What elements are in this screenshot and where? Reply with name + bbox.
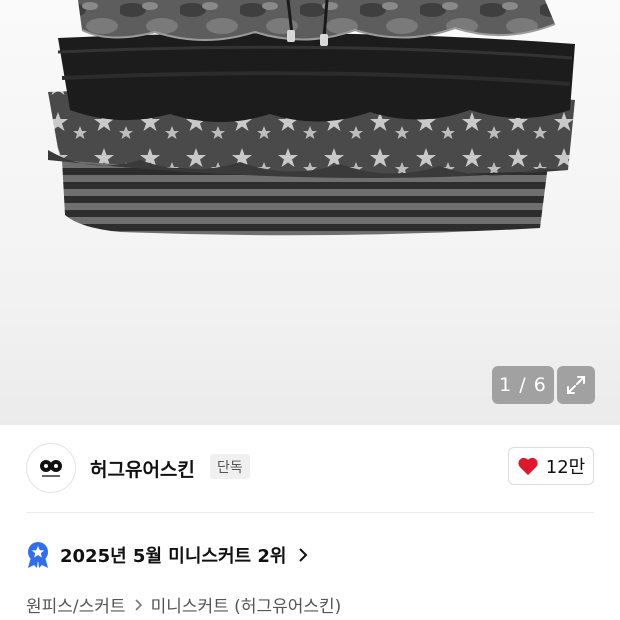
chevron-right-icon [299,548,308,562]
product-image-gallery[interactable]: 1 / 6 [0,0,620,425]
divider [26,512,594,513]
brand-logo[interactable] [26,443,76,493]
expand-button[interactable] [557,366,595,404]
brand-name[interactable]: 허그유어스킨 [90,455,195,482]
product-photo-skirt [48,0,575,236]
ranking-badge-icon [28,542,48,568]
like-count: 12만 [545,457,586,478]
expand-icon [567,376,585,394]
ranking-text: 2025년 5월 미니스커트 2위 [60,546,287,567]
image-counter: 1 / 6 [492,366,554,404]
brand-row: 허그유어스킨 단독 12만 [0,425,620,513]
breadcrumb: 원피스/스커트 미니스커트 (허그유어스킨) [26,592,341,617]
ranking-link[interactable]: 2025년 5월 미니스커트 2위 [26,540,308,570]
chevron-right-icon [135,598,142,611]
like-button[interactable]: 12만 [508,447,594,485]
breadcrumb-item-subcategory[interactable]: 미니스커트 (허그유어스킨) [151,592,342,617]
heart-icon [518,457,538,476]
brand-logo-mark [40,460,62,477]
breadcrumb-item-category[interactable]: 원피스/스커트 [26,592,126,617]
exclusive-badge: 단독 [210,454,250,479]
